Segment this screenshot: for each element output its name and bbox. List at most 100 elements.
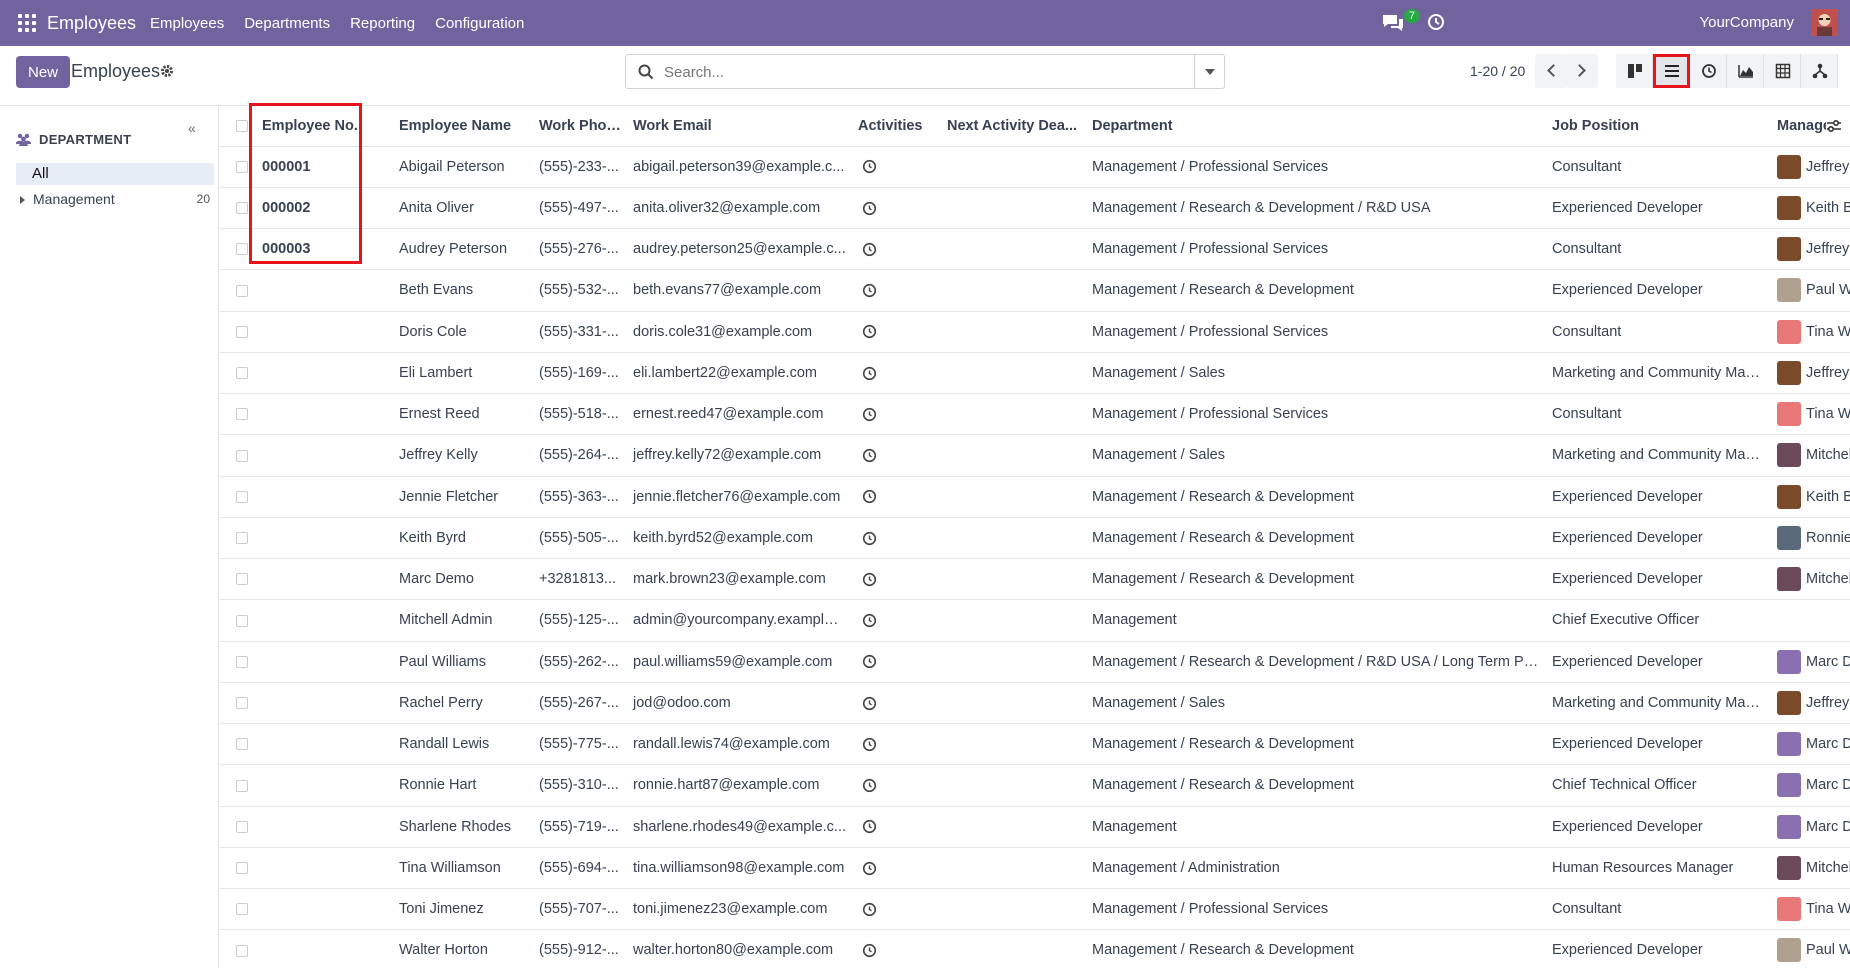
row-select-cell[interactable]	[220, 228, 256, 271]
row-select-cell[interactable]	[220, 764, 256, 807]
collapse-sidebar-icon[interactable]: «	[188, 120, 196, 136]
column-next-activity-deadline[interactable]: Next Activity Dea...	[941, 106, 1086, 147]
row-checkbox[interactable]	[236, 944, 248, 957]
row-checkbox[interactable]	[236, 738, 248, 751]
activities-cell[interactable]	[852, 723, 941, 766]
activity-clock-icon[interactable]	[862, 159, 877, 174]
table-row[interactable]: 000003 Audrey Peterson (555)-276-... audrey…	[220, 228, 1850, 271]
row-checkbox[interactable]	[236, 449, 248, 462]
row-checkbox[interactable]	[236, 614, 248, 627]
row-checkbox[interactable]	[236, 655, 248, 668]
column-work-phone[interactable]: Work Phone	[533, 106, 627, 147]
activity-clock-icon[interactable]	[862, 324, 877, 339]
row-checkbox[interactable]	[236, 903, 248, 916]
row-checkbox[interactable]	[236, 820, 248, 833]
row-select-cell[interactable]	[220, 187, 256, 230]
menu-reporting[interactable]: Reporting	[350, 15, 415, 32]
table-row[interactable]: Toni Jimenez (555)-707-... toni.jimenez23@…	[220, 888, 1850, 931]
row-select-cell[interactable]	[220, 311, 256, 353]
activity-clock-icon[interactable]	[862, 448, 877, 463]
table-row[interactable]: Beth Evans (555)-532-... beth.evans77@exam…	[220, 269, 1850, 312]
row-select-cell[interactable]	[220, 682, 256, 725]
activity-clock-icon[interactable]	[862, 613, 877, 628]
activity-clock-icon[interactable]	[862, 819, 877, 834]
activity-view-button[interactable]	[1690, 54, 1727, 88]
activity-clock-icon[interactable]	[862, 489, 877, 504]
table-row[interactable]: 000002 Anita Oliver (555)-497-... anita.oli…	[220, 187, 1850, 230]
activity-clock-icon[interactable]	[862, 778, 877, 793]
row-select-cell[interactable]	[220, 806, 256, 848]
column-department[interactable]: Department	[1086, 106, 1546, 147]
column-work-email[interactable]: Work Email	[627, 106, 852, 147]
column-employee-name[interactable]: Employee Name	[393, 106, 533, 147]
search-input[interactable]	[662, 59, 1177, 85]
row-select-cell[interactable]	[220, 269, 256, 312]
activities-cell[interactable]	[852, 558, 941, 601]
activities-cell[interactable]	[852, 806, 941, 848]
table-row[interactable]: Mitchell Admin (555)-125-... admin@yourcom…	[220, 599, 1850, 642]
column-employee-no[interactable]: Employee No.	[256, 106, 393, 147]
activities-cell[interactable]	[852, 187, 941, 230]
activity-clock-icon[interactable]	[862, 366, 877, 381]
activities-cell[interactable]	[852, 311, 941, 353]
row-checkbox[interactable]	[236, 160, 248, 173]
table-row[interactable]: Jennie Fletcher (555)-363-... jennie.fletc…	[220, 476, 1850, 518]
list-view-button[interactable]	[1653, 54, 1690, 88]
activities-cell[interactable]	[852, 393, 941, 436]
table-row[interactable]: Ronnie Hart (555)-310-... ronnie.hart87@ex…	[220, 764, 1850, 807]
row-select-cell[interactable]	[220, 641, 256, 683]
table-row[interactable]: 000001 Abigail Peterson (555)-233-... abiga…	[220, 146, 1850, 188]
row-checkbox[interactable]	[236, 325, 248, 338]
activities-cell[interactable]	[852, 434, 941, 477]
row-checkbox[interactable]	[236, 573, 248, 586]
table-row[interactable]: Keith Byrd (555)-505-... keith.byrd52@exam…	[220, 517, 1850, 560]
table-row[interactable]: Walter Horton (555)-912-... walter.horton8…	[220, 929, 1850, 968]
select-all-checkbox[interactable]	[236, 119, 248, 132]
activities-cell[interactable]	[852, 476, 941, 518]
gear-icon[interactable]	[160, 64, 174, 78]
table-row[interactable]: Eli Lambert (555)-169-... eli.lambert22@ex…	[220, 352, 1850, 395]
activities-cell[interactable]	[852, 146, 941, 188]
row-checkbox[interactable]	[236, 779, 248, 792]
column-settings-icon[interactable]	[1826, 118, 1842, 134]
table-row[interactable]: Paul Williams (555)-262-... paul.williams5…	[220, 641, 1850, 683]
row-checkbox[interactable]	[236, 862, 248, 875]
row-select-cell[interactable]	[220, 393, 256, 436]
apps-grid-icon[interactable]	[18, 14, 36, 32]
hierarchy-view-button[interactable]	[1801, 54, 1838, 88]
activities-cell[interactable]	[852, 929, 941, 968]
pager-previous-button[interactable]	[1535, 54, 1567, 88]
row-select-cell[interactable]	[220, 847, 256, 890]
column-job-position[interactable]: Job Position	[1546, 106, 1771, 147]
row-checkbox[interactable]	[236, 202, 248, 215]
table-row[interactable]: Rachel Perry (555)-267-... jod@odoo.com Man…	[220, 682, 1850, 725]
activity-clock-icon[interactable]	[862, 531, 877, 546]
activity-clock-icon[interactable]	[862, 654, 877, 669]
row-select-cell[interactable]	[220, 599, 256, 642]
row-select-cell[interactable]	[220, 434, 256, 477]
search-options-toggle[interactable]	[1194, 55, 1224, 88]
user-avatar[interactable]	[1811, 9, 1838, 36]
pager-next-button[interactable]	[1566, 54, 1598, 88]
pager-value[interactable]: 1-20 / 20	[1470, 63, 1525, 79]
activity-clock-icon[interactable]	[862, 696, 877, 711]
pivot-view-button[interactable]	[1764, 54, 1801, 88]
activity-clock-icon[interactable]	[862, 943, 877, 958]
table-row[interactable]: Marc Demo +3281813... mark.brown23@example…	[220, 558, 1850, 601]
column-activities[interactable]: Activities	[852, 106, 941, 147]
activity-clock-icon[interactable]	[862, 242, 877, 257]
table-row[interactable]: Jeffrey Kelly (555)-264-... jeffrey.kelly7…	[220, 434, 1850, 477]
row-checkbox[interactable]	[236, 697, 248, 710]
kanban-view-button[interactable]	[1616, 54, 1653, 88]
menu-employees[interactable]: Employees	[150, 15, 224, 32]
activities-cell[interactable]	[852, 517, 941, 560]
graph-view-button[interactable]	[1727, 54, 1764, 88]
table-row[interactable]: Randall Lewis (555)-775-... randall.lewis7…	[220, 723, 1850, 766]
row-checkbox[interactable]	[236, 243, 248, 256]
row-select-cell[interactable]	[220, 888, 256, 931]
department-item-management[interactable]: Management 20	[20, 191, 210, 207]
activities-cell[interactable]	[852, 682, 941, 725]
row-checkbox[interactable]	[236, 490, 248, 503]
table-row[interactable]: Doris Cole (555)-331-... doris.cole31@exam…	[220, 311, 1850, 353]
activity-clock-icon[interactable]	[862, 902, 877, 917]
